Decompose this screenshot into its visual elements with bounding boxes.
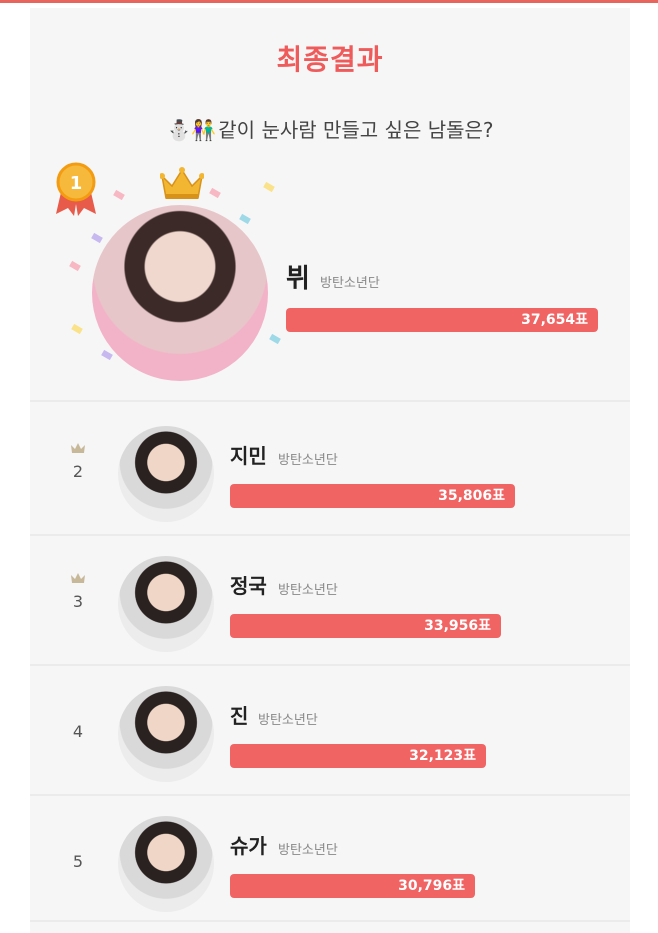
member-group: 방탄소년단 — [278, 453, 338, 468]
winner-vote-bar: 37,654표 — [286, 308, 598, 332]
crown-icon — [71, 573, 85, 583]
medal-rank: 1 — [70, 173, 83, 194]
confetti — [91, 232, 103, 244]
confetti — [113, 189, 125, 201]
divider — [30, 920, 630, 922]
divider — [30, 534, 630, 536]
confetti — [101, 349, 113, 361]
rank-number: 2 — [72, 462, 84, 481]
snowman-couple-icon: ⛄👫 — [166, 118, 217, 142]
member-group: 방탄소년단 — [278, 583, 338, 598]
vote-bar: 30,796표 — [230, 874, 475, 898]
member-group: 방탄소년단 — [278, 843, 338, 858]
subtitle-text: 같이 눈사람 만들고 싶은 남돌은? — [218, 118, 494, 142]
confetti — [71, 323, 83, 335]
medal-icon: 1 — [56, 162, 96, 216]
member-avatar[interactable] — [118, 556, 214, 652]
member-name: 정국 — [230, 574, 267, 598]
crown-icon — [71, 443, 85, 453]
member-name: 슈가 — [230, 834, 267, 858]
member-name: 지민 — [230, 444, 267, 468]
page-title: 최종결과 — [276, 43, 384, 76]
top-accent-bar — [0, 0, 658, 3]
vote-bar: 32,123표 — [230, 744, 486, 768]
member-name: 진 — [230, 704, 249, 728]
confetti — [69, 260, 81, 272]
winner-avatar[interactable] — [92, 205, 268, 381]
confetti — [263, 181, 275, 193]
member-avatar[interactable] — [118, 686, 214, 782]
vote-bar: 35,806표 — [230, 484, 515, 508]
result-card: 최종결과 ⛄👫 같이 눈사람 만들고 싶은 남돌은? 1 뷔 방탄소년단 37,6… — [30, 8, 630, 933]
member-avatar[interactable] — [118, 816, 214, 912]
confetti — [269, 333, 281, 345]
rank-number: 3 — [72, 592, 84, 611]
member-avatar[interactable] — [118, 426, 214, 522]
divider — [30, 664, 630, 666]
divider — [30, 400, 630, 402]
vote-bar: 33,956표 — [230, 614, 501, 638]
crown-icon — [160, 167, 204, 199]
rank-number: 4 — [72, 722, 84, 741]
confetti — [239, 213, 251, 225]
confetti — [209, 187, 221, 199]
subtitle: ⛄👫 같이 눈사람 만들고 싶은 남돌은? — [30, 114, 630, 143]
divider — [30, 794, 630, 796]
winner-name: 뷔 — [286, 264, 310, 294]
member-group: 방탄소년단 — [258, 713, 318, 728]
winner-group: 방탄소년단 — [320, 276, 380, 291]
rank-number: 5 — [72, 852, 84, 871]
